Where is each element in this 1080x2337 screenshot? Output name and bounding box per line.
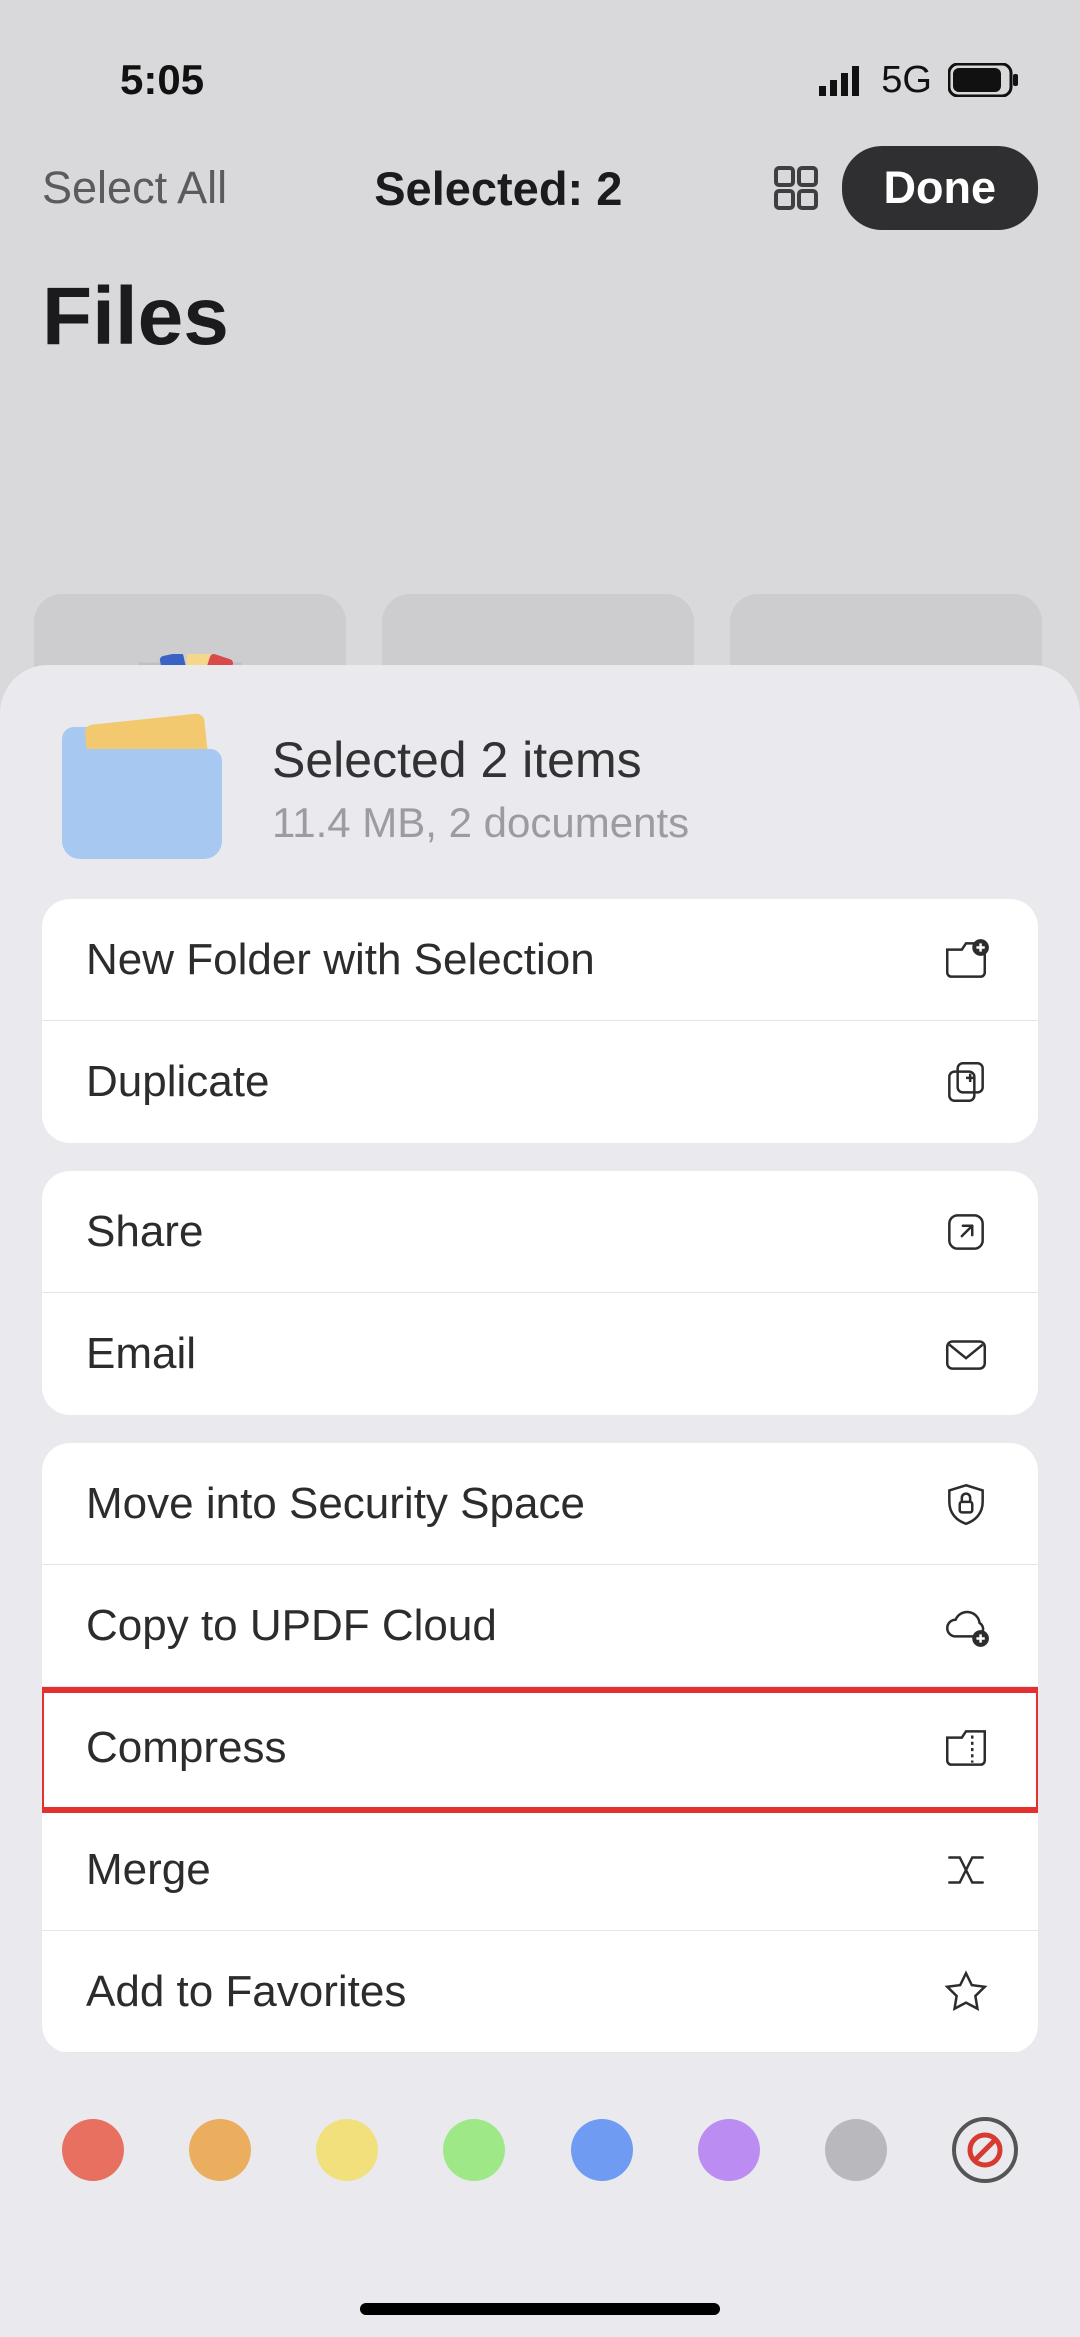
action-label: Copy to UPDF Cloud — [86, 1601, 497, 1651]
action-group-1: New Folder with Selection Duplicate — [42, 899, 1038, 1143]
shield-lock-icon — [938, 1476, 994, 1532]
selection-folder-icon — [62, 719, 232, 859]
color-tag-yellow[interactable] — [316, 2119, 378, 2181]
color-tag-gray[interactable] — [825, 2119, 887, 2181]
action-favorite[interactable]: Add to Favorites — [42, 1931, 1038, 2053]
color-tag-purple[interactable] — [698, 2119, 760, 2181]
status-time: 5:05 — [120, 56, 204, 104]
action-share[interactable]: Share — [42, 1171, 1038, 1293]
action-label: Email — [86, 1329, 196, 1379]
action-label: Compress — [86, 1723, 287, 1773]
action-security-space[interactable]: Move into Security Space — [42, 1443, 1038, 1565]
zip-folder-icon — [938, 1720, 994, 1776]
cloud-plus-icon — [938, 1598, 994, 1654]
action-duplicate[interactable]: Duplicate — [42, 1021, 1038, 1143]
action-merge[interactable]: Merge — [42, 1809, 1038, 1931]
action-copy-cloud[interactable]: Copy to UPDF Cloud — [42, 1565, 1038, 1687]
action-new-folder[interactable]: New Folder with Selection — [42, 899, 1038, 1021]
network-label: 5G — [881, 59, 932, 102]
cellular-icon — [819, 64, 865, 96]
action-label: Share — [86, 1207, 203, 1257]
share-icon — [938, 1204, 994, 1260]
color-tag-green[interactable] — [443, 2119, 505, 2181]
mail-icon — [938, 1326, 994, 1382]
action-sheet: Selected 2 items 11.4 MB, 2 documents Ne… — [0, 665, 1080, 2337]
selected-count-label: Selected: 2 — [247, 161, 749, 216]
color-tag-blue[interactable] — [571, 2119, 633, 2181]
done-button[interactable]: Done — [842, 146, 1039, 230]
action-label: Duplicate — [86, 1057, 269, 1107]
folder-plus-icon — [938, 932, 994, 988]
star-icon — [938, 1964, 994, 2020]
status-bar: 5:05 5G — [0, 0, 1080, 110]
battery-icon — [948, 63, 1020, 97]
sheet-title: Selected 2 items — [272, 731, 689, 789]
color-tag-orange[interactable] — [189, 2119, 251, 2181]
select-all-button[interactable]: Select All — [42, 162, 227, 214]
grid-toggle-button[interactable] — [770, 162, 822, 214]
sheet-header: Selected 2 items 11.4 MB, 2 documents — [42, 705, 1038, 899]
action-group-3: Move into Security Space Copy to UPDF Cl… — [42, 1443, 1038, 2053]
action-label: Move into Security Space — [86, 1479, 585, 1529]
nav-bar: Select All Selected: 2 Done — [0, 110, 1080, 230]
status-right: 5G — [819, 59, 1020, 102]
color-tag-red[interactable] — [62, 2119, 124, 2181]
action-group-2: Share Email — [42, 1171, 1038, 1415]
action-label: Add to Favorites — [86, 1967, 406, 2017]
sheet-subtitle: 11.4 MB, 2 documents — [272, 799, 689, 847]
home-indicator[interactable] — [360, 2303, 720, 2315]
merge-icon — [938, 1842, 994, 1898]
action-label: Merge — [86, 1845, 211, 1895]
page-title: Files — [0, 230, 1080, 364]
action-email[interactable]: Email — [42, 1293, 1038, 1415]
action-compress[interactable]: Compress — [42, 1687, 1038, 1809]
grid-icon — [772, 164, 820, 212]
color-tag-none[interactable] — [952, 2117, 1018, 2183]
color-tag-row — [42, 2081, 1038, 2183]
no-color-icon — [965, 2130, 1005, 2170]
action-label: New Folder with Selection — [86, 935, 595, 985]
duplicate-icon — [938, 1054, 994, 1110]
